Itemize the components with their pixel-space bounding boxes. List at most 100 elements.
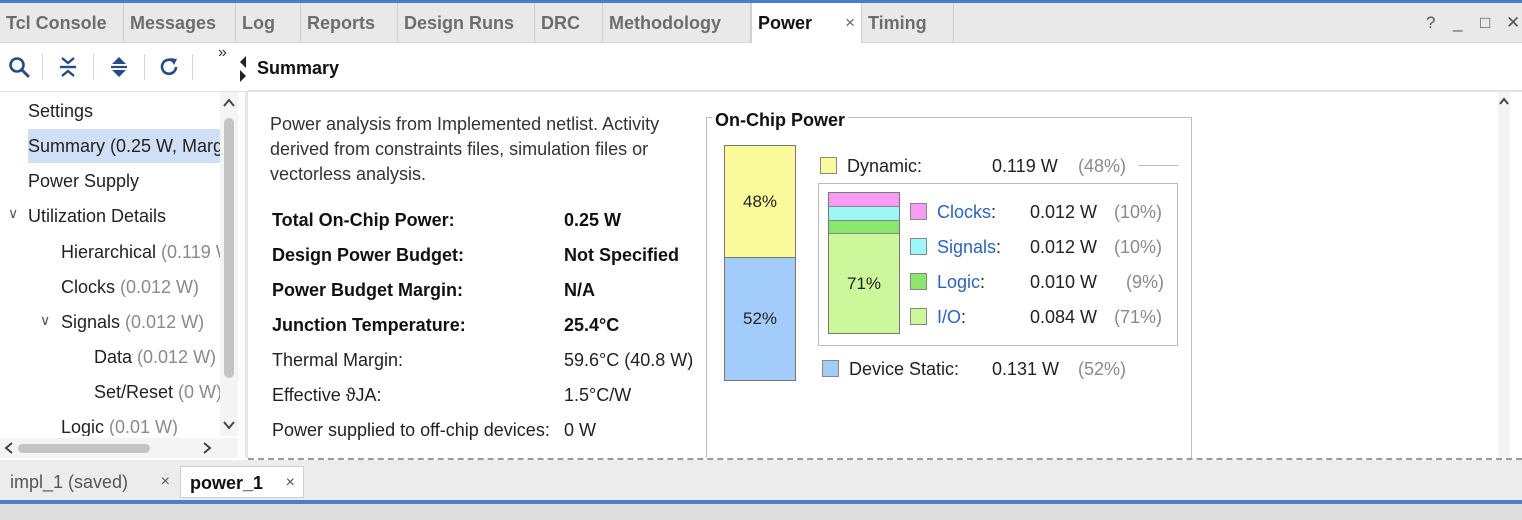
tab-reports[interactable]: Reports [301, 3, 398, 43]
tree-item-label: Logic [61, 417, 105, 436]
expand-chevron-icon[interactable]: ∨ [40, 312, 50, 329]
tree-item-signals[interactable]: Signals (0.012 W) [61, 305, 204, 339]
tree-item-label: Settings [28, 101, 94, 121]
clocks-value: 0.012 W [1030, 202, 1098, 222]
tree-toolbar: » [0, 44, 248, 92]
tab-impl-1[interactable]: impl_1 (saved) × [0, 466, 178, 498]
label-power-budget-margin: Power Budget Margin: [272, 280, 464, 300]
page-title: Summary [257, 58, 340, 78]
io-percent-label: 71% [846, 274, 882, 293]
tab-power-1[interactable]: power_1 × [180, 466, 304, 498]
tab-label: Power [758, 13, 813, 33]
io-segment: 71% [829, 234, 899, 333]
signals-item: Signals: [937, 237, 1002, 257]
tree-item-set-reset[interactable]: Set/Reset (0 W) [94, 375, 220, 409]
static-percent-label: 52% [742, 309, 778, 328]
tab-log[interactable]: Log [236, 3, 301, 43]
expand-all-icon[interactable] [106, 54, 132, 80]
tree-item-label: Data [94, 347, 133, 367]
tab-label: Reports [307, 13, 376, 33]
tab-label: Design Runs [404, 13, 515, 33]
tree-item-data[interactable]: Data (0.012 W) [94, 340, 216, 374]
tree-item-utilization-details[interactable]: Utilization Details [28, 199, 166, 233]
scroll-left-icon[interactable] [2, 441, 16, 455]
signals-segment [829, 207, 899, 221]
tab-tcl-console[interactable]: Tcl Console [0, 3, 124, 43]
io-link[interactable]: I/O [937, 307, 961, 327]
tree-item-settings[interactable]: Settings [28, 94, 93, 128]
value-effective-theta-ja: 1.5°C/W [564, 385, 632, 405]
content-vertical-scrollbar[interactable] [1498, 92, 1510, 458]
tree-item-label: Signals [61, 312, 121, 332]
tab-messages[interactable]: Messages [124, 3, 236, 43]
clocks-link[interactable]: Clocks [937, 202, 991, 222]
value-total-on-chip-power: 0.25 W [564, 210, 622, 230]
static-segment: 52% [725, 258, 795, 380]
search-icon[interactable] [6, 54, 32, 80]
refresh-icon[interactable] [156, 54, 182, 80]
tab-drc[interactable]: DRC [535, 3, 603, 43]
device-static-swatch [822, 360, 839, 377]
close-icon[interactable]: ✕ [1506, 3, 1520, 43]
close-tab-icon[interactable]: × [161, 466, 170, 498]
label-effective-theta-ja: Effective ϑJA: [272, 385, 382, 405]
tree-item-value: (0.119 W [161, 242, 220, 262]
toolbar-overflow-icon[interactable]: » [218, 44, 227, 62]
logic-link[interactable]: Logic [937, 272, 980, 292]
signals-swatch [910, 238, 927, 255]
tab-label: Log [242, 13, 275, 33]
tree-vertical-scrollbar[interactable] [220, 92, 238, 436]
scrollbar-thumb[interactable] [224, 118, 234, 378]
collapse-all-icon[interactable] [55, 54, 81, 80]
logic-percent: (9%) [1126, 272, 1165, 292]
tree-item-summary[interactable]: Summary (0.25 W, Marg [28, 129, 220, 163]
tree-item-clocks[interactable]: Clocks (0.012 W) [61, 270, 199, 304]
close-tab-icon[interactable]: × [845, 3, 855, 43]
dynamic-percent: (48%) [1078, 156, 1127, 176]
tree-item-value: (0.012 W) [132, 347, 217, 367]
scroll-up-icon[interactable] [222, 96, 236, 110]
label-off-chip-power: Power supplied to off-chip devices: [272, 420, 550, 440]
device-static-label: Device Static: [849, 359, 960, 379]
tab-power[interactable]: Power × [751, 3, 862, 43]
tree-item-hierarchical[interactable]: Hierarchical (0.119 W [61, 235, 220, 269]
tree-item-label: Set/Reset [94, 382, 174, 402]
tree-item-power-supply[interactable]: Power Supply [28, 164, 139, 198]
toolbar-separator [192, 54, 193, 80]
tab-label: Tcl Console [6, 13, 107, 33]
tab-methodology[interactable]: Methodology [603, 3, 751, 43]
tab-timing[interactable]: Timing [862, 3, 954, 43]
close-tab-icon[interactable]: × [286, 467, 295, 499]
tree-item-value: (0.01 W) [104, 417, 179, 436]
tree-item-value: (0 W) [173, 382, 220, 402]
device-static-percent: (52%) [1078, 359, 1127, 379]
tree-horizontal-scrollbar[interactable] [0, 438, 238, 458]
tree-item-label: Clocks [61, 277, 116, 297]
tree-item-label: Utilization Details [28, 206, 167, 226]
scroll-up-icon[interactable] [1498, 96, 1510, 108]
value-power-budget-margin: N/A [564, 280, 595, 300]
dynamic-segment: 48% [725, 146, 795, 258]
tab-design-runs[interactable]: Design Runs [398, 3, 535, 43]
toolbar-separator [42, 54, 43, 80]
scroll-right-icon[interactable] [200, 441, 214, 455]
total-power-bar: 48% 52% [724, 145, 796, 381]
minimize-icon[interactable]: _ [1453, 3, 1462, 43]
clocks-percent: (10%) [1114, 202, 1163, 222]
tree-item-logic[interactable]: Logic (0.01 W) [61, 410, 178, 436]
scroll-down-icon[interactable] [222, 418, 236, 432]
io-percent: (71%) [1114, 307, 1163, 327]
splitter-arrows-icon[interactable] [238, 54, 246, 82]
label-thermal-margin: Thermal Margin: [272, 350, 404, 370]
on-chip-power-title: On-Chip Power [712, 110, 848, 131]
scrollbar-thumb[interactable] [18, 444, 150, 453]
help-icon[interactable]: ? [1426, 3, 1435, 43]
expand-chevron-icon[interactable]: ∨ [8, 205, 18, 222]
tree-item-label: Summary (0.25 W, Marg [28, 136, 220, 156]
tab-label: DRC [541, 13, 580, 33]
value-design-power-budget: Not Specified [564, 245, 680, 265]
signals-link[interactable]: Signals [937, 237, 996, 257]
dynamic-value: 0.119 W [992, 156, 1058, 176]
maximize-icon[interactable]: □ [1480, 3, 1490, 43]
value-off-chip-power: 0 W [564, 420, 597, 440]
